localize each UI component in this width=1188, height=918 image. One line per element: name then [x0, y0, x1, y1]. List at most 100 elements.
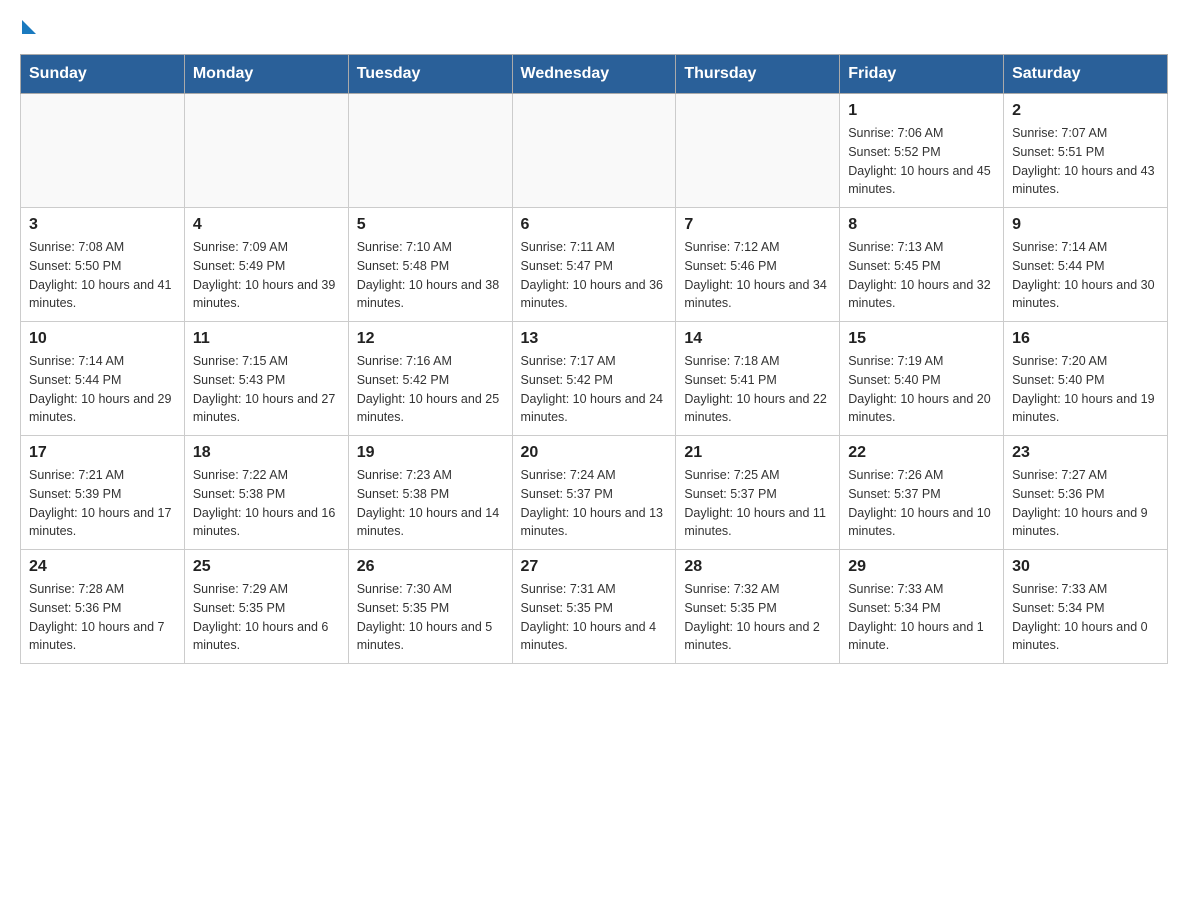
logo-area: [20, 20, 36, 34]
day-number: 22: [848, 444, 995, 462]
day-info: Sunrise: 7:31 AMSunset: 5:35 PMDaylight:…: [521, 580, 668, 655]
day-number: 13: [521, 330, 668, 348]
day-info: Sunrise: 7:11 AMSunset: 5:47 PMDaylight:…: [521, 238, 668, 313]
calendar-cell: [348, 94, 512, 208]
header-row: Sunday Monday Tuesday Wednesday Thursday…: [21, 55, 1168, 94]
day-info: Sunrise: 7:19 AMSunset: 5:40 PMDaylight:…: [848, 352, 995, 427]
day-number: 7: [684, 216, 831, 234]
day-info: Sunrise: 7:33 AMSunset: 5:34 PMDaylight:…: [1012, 580, 1159, 655]
day-info: Sunrise: 7:15 AMSunset: 5:43 PMDaylight:…: [193, 352, 340, 427]
day-number: 15: [848, 330, 995, 348]
header-saturday: Saturday: [1004, 55, 1168, 94]
calendar-cell: [676, 94, 840, 208]
day-number: 3: [29, 216, 176, 234]
calendar-cell: 18 Sunrise: 7:22 AMSunset: 5:38 PMDayligh…: [184, 436, 348, 550]
page-header: [20, 20, 1168, 34]
logo: [20, 20, 36, 34]
day-number: 19: [357, 444, 504, 462]
day-info: Sunrise: 7:29 AMSunset: 5:35 PMDaylight:…: [193, 580, 340, 655]
day-number: 5: [357, 216, 504, 234]
day-info: Sunrise: 7:18 AMSunset: 5:41 PMDaylight:…: [684, 352, 831, 427]
logo-triangle-icon: [22, 20, 36, 34]
day-number: 20: [521, 444, 668, 462]
day-info: Sunrise: 7:27 AMSunset: 5:36 PMDaylight:…: [1012, 466, 1159, 541]
calendar-cell: 21 Sunrise: 7:25 AMSunset: 5:37 PMDayligh…: [676, 436, 840, 550]
calendar-cell: [21, 94, 185, 208]
day-number: 4: [193, 216, 340, 234]
day-number: 26: [357, 558, 504, 576]
day-number: 29: [848, 558, 995, 576]
calendar-cell: 19 Sunrise: 7:23 AMSunset: 5:38 PMDayligh…: [348, 436, 512, 550]
day-info: Sunrise: 7:10 AMSunset: 5:48 PMDaylight:…: [357, 238, 504, 313]
day-number: 23: [1012, 444, 1159, 462]
calendar-cell: 8Sunrise: 7:13 AMSunset: 5:45 PMDaylight…: [840, 208, 1004, 322]
calendar-cell: 27 Sunrise: 7:31 AMSunset: 5:35 PMDayligh…: [512, 550, 676, 664]
calendar-cell: 15 Sunrise: 7:19 AMSunset: 5:40 PMDayligh…: [840, 322, 1004, 436]
calendar-cell: 11 Sunrise: 7:15 AMSunset: 5:43 PMDayligh…: [184, 322, 348, 436]
day-info: Sunrise: 7:33 AMSunset: 5:34 PMDaylight:…: [848, 580, 995, 655]
day-number: 30: [1012, 558, 1159, 576]
day-info: Sunrise: 7:32 AMSunset: 5:35 PMDaylight:…: [684, 580, 831, 655]
week-row-1: 1 Sunrise: 7:06 AMSunset: 5:52 PMDaylight…: [21, 94, 1168, 208]
week-row-5: 24Sunrise: 7:28 AMSunset: 5:36 PMDayligh…: [21, 550, 1168, 664]
day-number: 17: [29, 444, 176, 462]
day-number: 28: [684, 558, 831, 576]
calendar-cell: 20 Sunrise: 7:24 AMSunset: 5:37 PMDayligh…: [512, 436, 676, 550]
calendar-cell: 4 Sunrise: 7:09 AMSunset: 5:49 PMDaylight…: [184, 208, 348, 322]
calendar-cell: 26 Sunrise: 7:30 AMSunset: 5:35 PMDayligh…: [348, 550, 512, 664]
day-number: 6: [521, 216, 668, 234]
header-sunday: Sunday: [21, 55, 185, 94]
week-row-3: 10Sunrise: 7:14 AMSunset: 5:44 PMDayligh…: [21, 322, 1168, 436]
calendar-table: Sunday Monday Tuesday Wednesday Thursday…: [20, 54, 1168, 664]
header-monday: Monday: [184, 55, 348, 94]
calendar-cell: 7 Sunrise: 7:12 AMSunset: 5:46 PMDaylight…: [676, 208, 840, 322]
day-info: Sunrise: 7:24 AMSunset: 5:37 PMDaylight:…: [521, 466, 668, 541]
calendar-cell: 17 Sunrise: 7:21 AMSunset: 5:39 PMDayligh…: [21, 436, 185, 550]
day-info: Sunrise: 7:25 AMSunset: 5:37 PMDaylight:…: [684, 466, 831, 541]
day-info: Sunrise: 7:09 AMSunset: 5:49 PMDaylight:…: [193, 238, 340, 313]
calendar-cell: 28 Sunrise: 7:32 AMSunset: 5:35 PMDayligh…: [676, 550, 840, 664]
week-row-4: 17 Sunrise: 7:21 AMSunset: 5:39 PMDayligh…: [21, 436, 1168, 550]
day-number: 14: [684, 330, 831, 348]
calendar-cell: 16 Sunrise: 7:20 AMSunset: 5:40 PMDayligh…: [1004, 322, 1168, 436]
calendar-cell: 3 Sunrise: 7:08 AMSunset: 5:50 PMDaylight…: [21, 208, 185, 322]
calendar-cell: 5 Sunrise: 7:10 AMSunset: 5:48 PMDaylight…: [348, 208, 512, 322]
calendar-cell: 14 Sunrise: 7:18 AMSunset: 5:41 PMDayligh…: [676, 322, 840, 436]
day-number: 11: [193, 330, 340, 348]
day-number: 16: [1012, 330, 1159, 348]
calendar-cell: 29 Sunrise: 7:33 AMSunset: 5:34 PMDayligh…: [840, 550, 1004, 664]
day-info: Sunrise: 7:13 AMSunset: 5:45 PMDaylight:…: [848, 238, 995, 313]
day-info: Sunrise: 7:06 AMSunset: 5:52 PMDaylight:…: [848, 124, 995, 199]
day-info: Sunrise: 7:22 AMSunset: 5:38 PMDaylight:…: [193, 466, 340, 541]
calendar-cell: 23 Sunrise: 7:27 AMSunset: 5:36 PMDayligh…: [1004, 436, 1168, 550]
day-info: Sunrise: 7:23 AMSunset: 5:38 PMDaylight:…: [357, 466, 504, 541]
calendar-cell: 24Sunrise: 7:28 AMSunset: 5:36 PMDayligh…: [21, 550, 185, 664]
calendar-cell: 22Sunrise: 7:26 AMSunset: 5:37 PMDayligh…: [840, 436, 1004, 550]
day-info: Sunrise: 7:30 AMSunset: 5:35 PMDaylight:…: [357, 580, 504, 655]
day-info: Sunrise: 7:08 AMSunset: 5:50 PMDaylight:…: [29, 238, 176, 313]
calendar-cell: 12Sunrise: 7:16 AMSunset: 5:42 PMDayligh…: [348, 322, 512, 436]
calendar-cell: 6 Sunrise: 7:11 AMSunset: 5:47 PMDaylight…: [512, 208, 676, 322]
calendar-cell: [184, 94, 348, 208]
calendar-cell: 30 Sunrise: 7:33 AMSunset: 5:34 PMDayligh…: [1004, 550, 1168, 664]
day-info: Sunrise: 7:14 AMSunset: 5:44 PMDaylight:…: [1012, 238, 1159, 313]
header-friday: Friday: [840, 55, 1004, 94]
calendar-cell: 13 Sunrise: 7:17 AMSunset: 5:42 PMDayligh…: [512, 322, 676, 436]
day-info: Sunrise: 7:21 AMSunset: 5:39 PMDaylight:…: [29, 466, 176, 541]
day-number: 10: [29, 330, 176, 348]
calendar-cell: [512, 94, 676, 208]
calendar-cell: 1 Sunrise: 7:06 AMSunset: 5:52 PMDaylight…: [840, 94, 1004, 208]
day-info: Sunrise: 7:20 AMSunset: 5:40 PMDaylight:…: [1012, 352, 1159, 427]
day-info: Sunrise: 7:07 AMSunset: 5:51 PMDaylight:…: [1012, 124, 1159, 199]
day-number: 27: [521, 558, 668, 576]
week-row-2: 3 Sunrise: 7:08 AMSunset: 5:50 PMDaylight…: [21, 208, 1168, 322]
day-number: 21: [684, 444, 831, 462]
day-info: Sunrise: 7:17 AMSunset: 5:42 PMDaylight:…: [521, 352, 668, 427]
calendar-cell: 2 Sunrise: 7:07 AMSunset: 5:51 PMDaylight…: [1004, 94, 1168, 208]
day-number: 18: [193, 444, 340, 462]
day-number: 1: [848, 102, 995, 120]
calendar-cell: 9Sunrise: 7:14 AMSunset: 5:44 PMDaylight…: [1004, 208, 1168, 322]
header-thursday: Thursday: [676, 55, 840, 94]
day-info: Sunrise: 7:12 AMSunset: 5:46 PMDaylight:…: [684, 238, 831, 313]
day-number: 2: [1012, 102, 1159, 120]
